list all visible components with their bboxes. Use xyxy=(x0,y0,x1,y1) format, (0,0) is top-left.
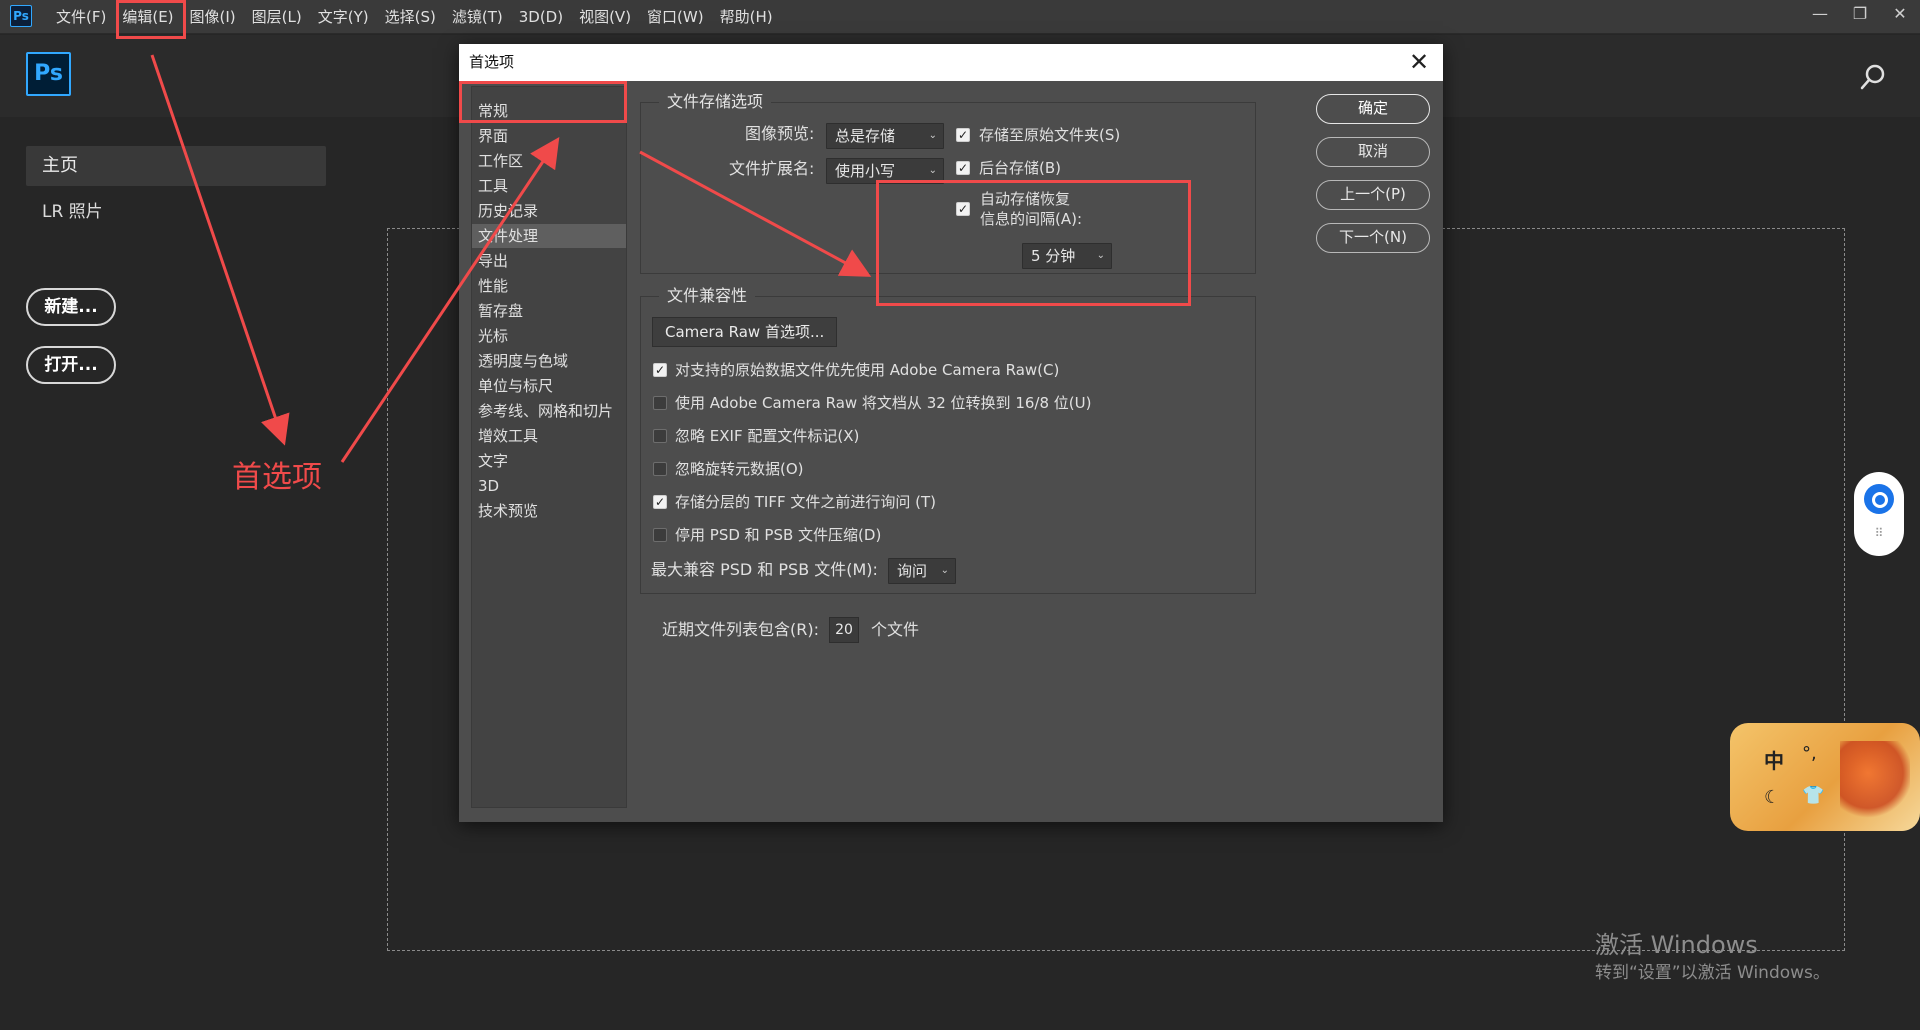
compat-option-checkbox[interactable] xyxy=(653,528,667,542)
recent-files-input[interactable]: 20 xyxy=(829,617,859,643)
file-extension-value: 使用小写 xyxy=(835,162,896,180)
category-tools[interactable]: 工具 xyxy=(472,174,626,198)
minimize-button[interactable]: — xyxy=(1800,0,1840,30)
background-save-checkbox[interactable]: ✓ xyxy=(956,161,970,175)
save-to-original-label: 存储至原始文件夹(S) xyxy=(979,126,1121,144)
save-to-original-checkbox[interactable]: ✓ xyxy=(956,128,970,142)
compat-option-checkbox[interactable] xyxy=(653,396,667,410)
activation-watermark-subtitle: 转到“设置”以激活 Windows。 xyxy=(1595,963,1830,983)
menu-file[interactable]: 文件(F) xyxy=(48,0,114,34)
restore-button[interactable]: ❐ xyxy=(1840,0,1880,30)
category-guides-grid[interactable]: 参考线、网格和切片 xyxy=(472,399,626,423)
annotation-label: 首选项 xyxy=(232,460,322,495)
compat-option-label: 存储分层的 TIFF 文件之前进行询问 (T) xyxy=(675,493,937,511)
category-cursors[interactable]: 光标 xyxy=(472,324,626,348)
next-button[interactable]: 下一个(N) xyxy=(1316,223,1430,253)
image-preview-label: 图像预览: xyxy=(745,124,815,143)
annotation-box-auto-save xyxy=(876,180,1191,306)
compat-option-label: 忽略 EXIF 配置文件标记(X) xyxy=(675,427,860,445)
new-button[interactable]: 新建... xyxy=(26,288,116,326)
category-performance[interactable]: 性能 xyxy=(472,274,626,298)
category-tech-preview[interactable]: 技术预览 xyxy=(472,499,626,523)
menu-window[interactable]: 窗口(W) xyxy=(639,0,712,34)
app-logo: Ps xyxy=(10,5,32,27)
menu-select[interactable]: 选择(S) xyxy=(377,0,444,34)
category-plugins[interactable]: 增效工具 xyxy=(472,424,626,448)
max-compat-label: 最大兼容 PSD 和 PSB 文件(M): xyxy=(651,560,878,579)
menu-bar: Ps 文件(F) 编辑(E) 图像(I) 图层(L) 文字(Y) 选择(S) 滤… xyxy=(0,0,1920,34)
category-3d[interactable]: 3D xyxy=(472,474,626,498)
category-scratch-disks[interactable]: 暂存盘 xyxy=(472,299,626,323)
phoenix-decoration xyxy=(1840,741,1910,821)
punctuation-icon[interactable]: °, xyxy=(1802,743,1817,764)
compat-option-checkbox[interactable] xyxy=(653,429,667,443)
category-history[interactable]: 历史记录 xyxy=(472,199,626,223)
compat-option-checkbox[interactable]: ✓ xyxy=(653,363,667,377)
menu-view[interactable]: 视图(V) xyxy=(571,0,639,34)
prev-button[interactable]: 上一个(P) xyxy=(1316,180,1430,210)
max-compat-select[interactable]: 询问 ⌄ xyxy=(888,558,956,584)
annotation-box-edit-menu xyxy=(116,0,186,39)
annotation-box-general xyxy=(459,81,627,123)
category-file-handling[interactable]: 文件处理 xyxy=(472,224,626,248)
file-compat-title: 文件兼容性 xyxy=(659,285,756,307)
close-window-button[interactable]: ✕ xyxy=(1880,0,1920,30)
compat-option-label: 对支持的原始数据文件优先使用 Adobe Camera Raw(C) xyxy=(675,361,1060,379)
category-units-rulers[interactable]: 单位与标尺 xyxy=(472,374,626,398)
window-controls: — ❐ ✕ xyxy=(1800,0,1920,30)
menu-filter[interactable]: 滤镜(T) xyxy=(444,0,511,34)
image-preview-value: 总是存储 xyxy=(835,127,896,145)
compat-option-label: 停用 PSD 和 PSB 文件压缩(D) xyxy=(675,526,882,544)
ime-toolbar[interactable]: 中 °, ☾ 👕 xyxy=(1730,723,1920,831)
menu-3d[interactable]: 3D(D) xyxy=(511,0,571,34)
compat-option-label: 使用 Adobe Camera Raw 将文档从 32 位转换到 16/8 位(… xyxy=(675,394,1092,412)
dialog-close-icon[interactable]: ✕ xyxy=(1405,48,1433,76)
recent-files-label: 近期文件列表包含(R): xyxy=(662,620,819,639)
category-transparency[interactable]: 透明度与色域 xyxy=(472,349,626,373)
activation-watermark-title: 激活 Windows xyxy=(1595,931,1758,959)
sidebar-item-lr-photos[interactable]: LR 照片 xyxy=(26,196,326,228)
category-workspace[interactable]: 工作区 xyxy=(472,149,626,173)
menu-type[interactable]: 文字(Y) xyxy=(310,0,377,34)
menu-help[interactable]: 帮助(H) xyxy=(712,0,781,34)
menu-image[interactable]: 图像(I) xyxy=(182,0,244,34)
file-save-options-title: 文件存储选项 xyxy=(659,91,772,113)
chevron-down-icon: ⌄ xyxy=(928,130,937,141)
category-type[interactable]: 文字 xyxy=(472,449,626,473)
background-save-label: 后台存储(B) xyxy=(979,159,1061,177)
assistant-float-widget[interactable]: ⠿ xyxy=(1854,472,1904,556)
category-interface[interactable]: 界面 xyxy=(472,124,626,148)
compat-option-label: 忽略旋转元数据(O) xyxy=(675,460,804,478)
category-export[interactable]: 导出 xyxy=(472,249,626,273)
ps-logo: Ps xyxy=(26,52,71,96)
dialog-title: 首选项 xyxy=(469,53,515,71)
search-icon[interactable] xyxy=(1858,62,1888,92)
dialog-title-bar: 首选项 ✕ xyxy=(459,44,1443,81)
file-extension-label: 文件扩展名: xyxy=(729,159,815,178)
ime-mode-indicator[interactable]: 中 xyxy=(1764,745,1784,774)
category-list: 常规 界面 工作区 工具 历史记录 文件处理 导出 性能 暂存盘 光标 透明度与… xyxy=(471,86,627,808)
compat-option-checkbox[interactable] xyxy=(653,462,667,476)
drag-grip-icon: ⠿ xyxy=(1874,526,1884,540)
sidebar-item-home[interactable]: 主页 xyxy=(26,146,326,186)
image-preview-select[interactable]: 总是存储 ⌄ xyxy=(826,123,944,149)
file-compat-group: 文件兼容性 Camera Raw 首选项... ✓ 对支持的原始数据文件优先使用… xyxy=(640,285,1256,594)
moon-icon[interactable]: ☾ xyxy=(1764,787,1780,808)
max-compat-value: 询问 xyxy=(897,562,928,580)
assistant-icon xyxy=(1864,484,1894,514)
recent-files-unit: 个文件 xyxy=(871,620,920,639)
skin-icon[interactable]: 👕 xyxy=(1802,785,1824,806)
chevron-down-icon: ⌄ xyxy=(940,565,949,576)
cancel-button[interactable]: 取消 xyxy=(1316,137,1430,167)
compat-option-checkbox[interactable]: ✓ xyxy=(653,495,667,509)
ok-button[interactable]: 确定 xyxy=(1316,94,1430,124)
preferences-dialog: 首选项 ✕ 常规 界面 工作区 工具 历史记录 文件处理 导出 性能 暂存盘 光… xyxy=(459,44,1443,822)
menu-layer[interactable]: 图层(L) xyxy=(244,0,310,34)
camera-raw-prefs-button[interactable]: Camera Raw 首选项... xyxy=(652,317,838,347)
open-button[interactable]: 打开... xyxy=(26,346,116,384)
